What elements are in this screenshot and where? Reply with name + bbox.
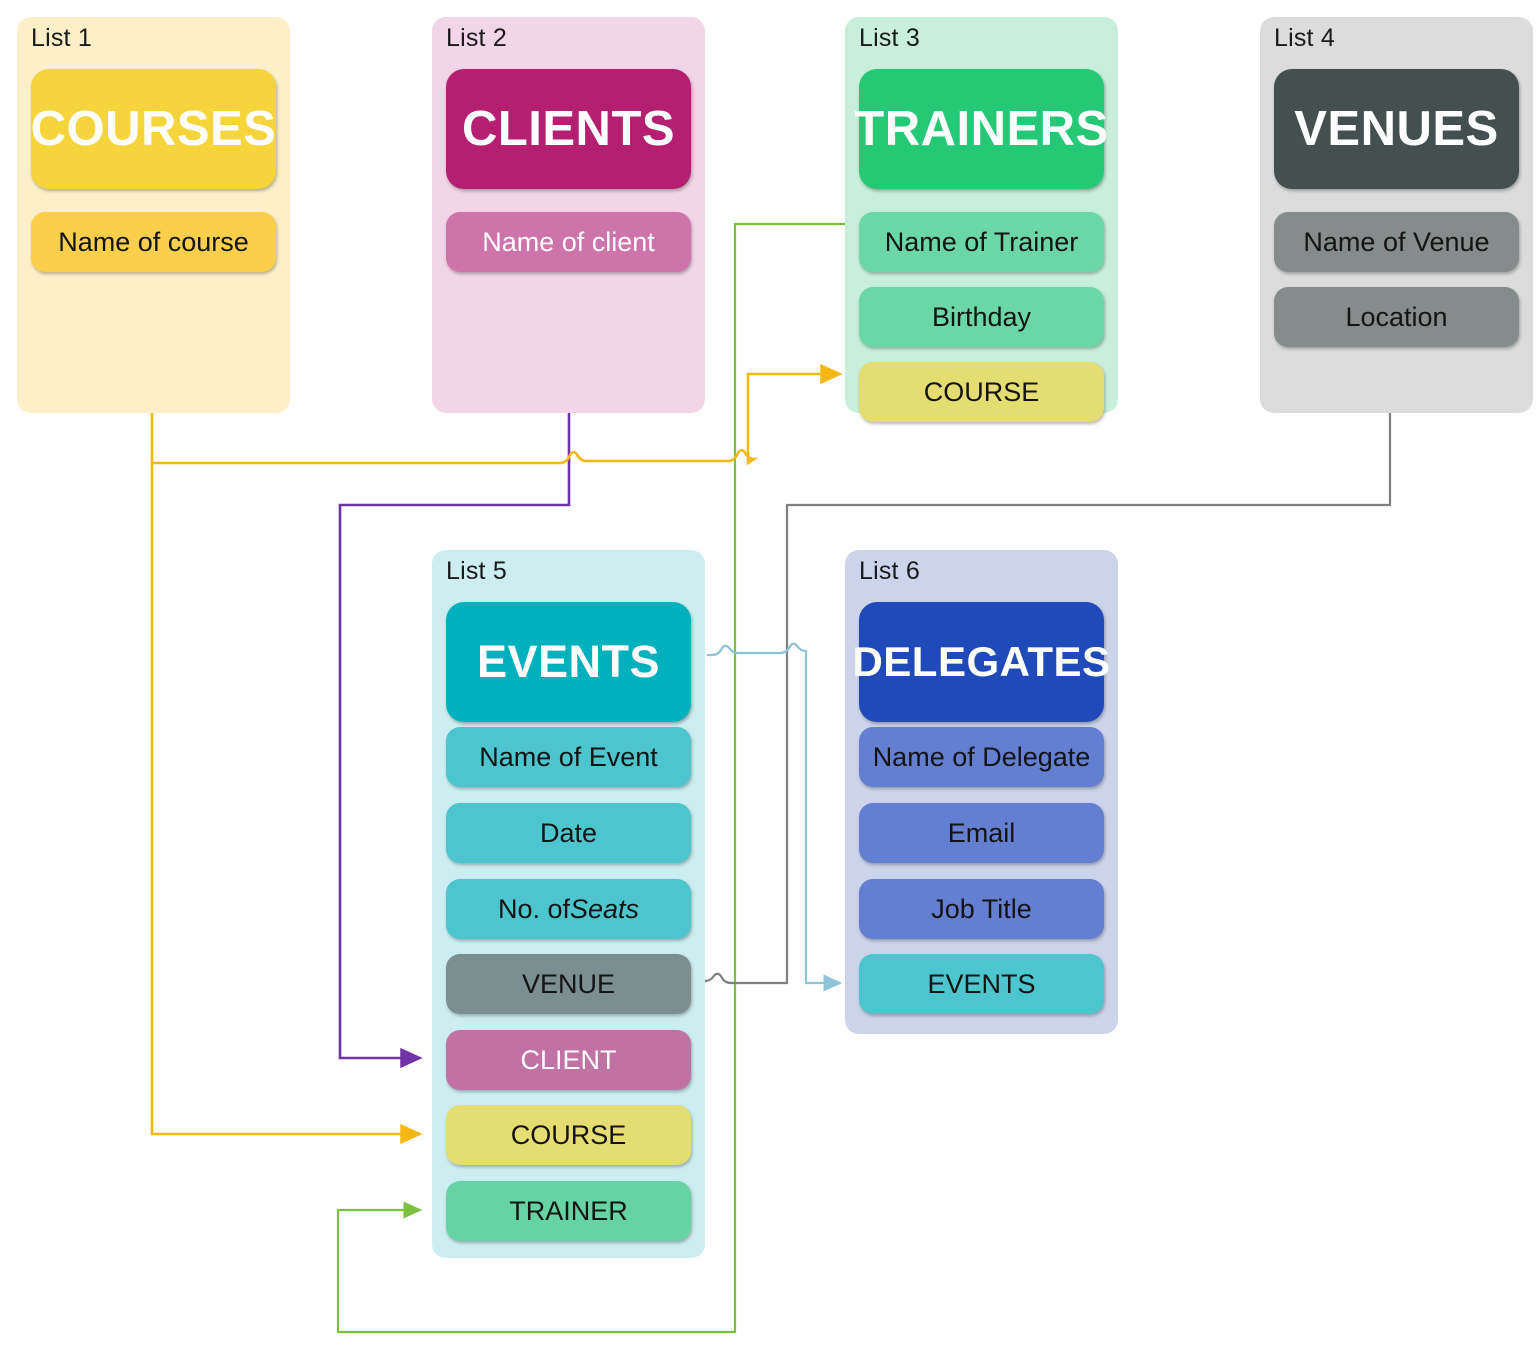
list-card-trainers[interactable]: List 3 TRAINERS Name of Trainer Birthday… bbox=[845, 17, 1118, 422]
field-client-ref[interactable]: CLIENT bbox=[446, 1030, 691, 1090]
field-name-of-client[interactable]: Name of client bbox=[446, 212, 691, 272]
field-venue-ref[interactable]: VENUE bbox=[446, 954, 691, 1014]
connector-events-to-delegates-events bbox=[707, 642, 843, 992]
connector-courses-to-events-course bbox=[150, 463, 423, 1145]
field-no-of-seats[interactable]: No. of Seats bbox=[446, 879, 691, 939]
list-header-clients[interactable]: CLIENTS bbox=[446, 69, 691, 189]
field-date[interactable]: Date bbox=[446, 803, 691, 863]
list-label: List 1 bbox=[31, 24, 92, 52]
field-name-of-delegate[interactable]: Name of Delegate bbox=[859, 727, 1104, 787]
field-email[interactable]: Email bbox=[859, 803, 1104, 863]
list-header-delegates[interactable]: DELEGATES bbox=[852, 602, 1110, 722]
field-location[interactable]: Location bbox=[1274, 287, 1519, 347]
diagram-canvas: List 1 COURSES Name of course List 2 CLI… bbox=[0, 0, 1540, 1347]
field-birthday[interactable]: Birthday bbox=[859, 287, 1104, 347]
field-name-of-trainer[interactable]: Name of Trainer bbox=[859, 212, 1104, 272]
field-course-ref[interactable]: COURSE bbox=[859, 362, 1104, 422]
field-course-ref[interactable]: COURSE bbox=[446, 1105, 691, 1165]
list-card-courses[interactable]: List 1 COURSES Name of course bbox=[17, 17, 290, 413]
field-name-of-venue[interactable]: Name of Venue bbox=[1274, 212, 1519, 272]
field-name-of-event[interactable]: Name of Event bbox=[446, 727, 691, 787]
list-header-courses[interactable]: COURSES bbox=[31, 69, 276, 189]
field-no-of-seats-prefix: No. of bbox=[497, 893, 570, 924]
list-card-clients[interactable]: List 2 CLIENTS Name of client bbox=[432, 17, 705, 413]
field-trainer-ref[interactable]: TRAINER bbox=[446, 1181, 691, 1241]
list-label: List 2 bbox=[446, 24, 507, 52]
field-no-of-seats-emphasis: Seats bbox=[570, 893, 640, 924]
list-label: List 6 bbox=[859, 557, 920, 585]
list-label: List 3 bbox=[859, 24, 920, 52]
list-header-trainers[interactable]: TRAINERS bbox=[854, 69, 1108, 189]
field-job-title[interactable]: Job Title bbox=[859, 879, 1104, 939]
field-events-ref[interactable]: EVENTS bbox=[859, 954, 1104, 1014]
list-card-venues[interactable]: List 4 VENUES Name of Venue Location bbox=[1260, 17, 1533, 413]
list-label: List 4 bbox=[1274, 24, 1335, 52]
list-header-venues[interactable]: VENUES bbox=[1274, 69, 1519, 189]
list-card-events[interactable]: List 5 EVENTS Name of Event Date No. of … bbox=[432, 550, 705, 1258]
field-name-of-course[interactable]: Name of course bbox=[31, 212, 276, 272]
list-card-delegates[interactable]: List 6 DELEGATES Name of Delegate Email … bbox=[845, 550, 1118, 1034]
list-header-events[interactable]: EVENTS bbox=[446, 602, 691, 722]
list-label: List 5 bbox=[446, 557, 507, 585]
